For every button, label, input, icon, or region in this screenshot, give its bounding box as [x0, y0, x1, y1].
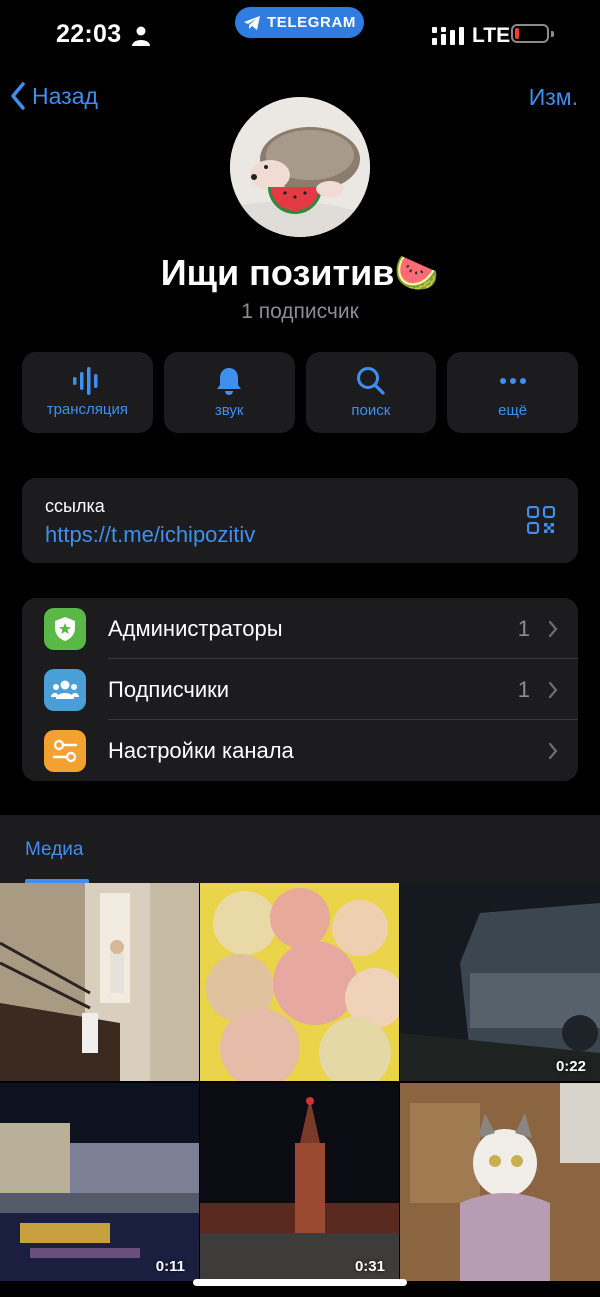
qr-code-icon[interactable]: [527, 506, 555, 534]
telegram-pill[interactable]: TELEGRAM: [235, 7, 364, 38]
chevron-left-icon: [11, 82, 25, 110]
menu-label-subscribers: Подписчики: [108, 677, 230, 702]
link-url[interactable]: https://t.me/ichipozitiv: [45, 522, 255, 548]
media-item[interactable]: 0:22: [400, 883, 600, 1081]
broadcast-button[interactable]: трансляция: [22, 352, 153, 433]
more-button[interactable]: ещё: [447, 352, 578, 433]
link-title: ссылка: [45, 496, 105, 516]
broadcast-label: трансляция: [46, 401, 129, 418]
link-card: ссылка https://t.me/ichipozitiv: [22, 478, 578, 563]
cat-photo: [400, 1083, 600, 1281]
more-icon: [499, 378, 526, 384]
back-label: Назад: [32, 82, 98, 109]
tab-media[interactable]: Медиа: [25, 839, 83, 861]
media-item[interactable]: [400, 1083, 600, 1281]
kremlin-tower-video: [200, 1083, 399, 1281]
chevron-right-icon: [548, 742, 558, 760]
subscribers-count: 1 подписчик: [241, 300, 359, 323]
signal-icon: [432, 27, 464, 45]
menu-label-administrators: Администраторы: [108, 616, 283, 641]
battery-tip: [551, 31, 554, 37]
video-duration: 0:31: [354, 1258, 385, 1275]
settings-sliders-icon: [44, 730, 86, 772]
telegram-plane-icon: [244, 15, 261, 30]
administrators-count: 1: [517, 616, 530, 641]
person-icon: [132, 26, 150, 46]
media-item[interactable]: 0:31: [200, 1083, 399, 1281]
media-item[interactable]: [200, 883, 399, 1081]
menu-label-channel-settings: Настройки канала: [108, 738, 294, 763]
bell-icon: [217, 368, 242, 395]
subscribers-menu-count: 1: [517, 677, 530, 702]
media-tab-bar: Медиа: [0, 815, 600, 883]
apples-photo: [200, 883, 399, 1081]
search-label: поиск: [351, 402, 391, 419]
car-night-video: [400, 883, 600, 1081]
action-buttons: трансляция звук поиск ещё: [22, 352, 578, 433]
network-type: LTE: [472, 24, 511, 47]
telegram-pill-label: TELEGRAM: [267, 14, 356, 31]
sound-button[interactable]: звук: [163, 352, 295, 433]
back-button[interactable]: Назад: [10, 82, 98, 110]
broadcast-icon: [73, 367, 98, 395]
channel-menu: Администраторы 1 Подписчики 1 Настройки …: [22, 598, 578, 781]
staircase-photo: [0, 883, 199, 1081]
hedgehog-watermelon-image: [230, 97, 370, 237]
home-indicator: [193, 1279, 407, 1286]
more-label: ещё: [498, 402, 528, 419]
menu-item-channel-settings[interactable]: Настройки канала: [22, 720, 578, 781]
river-night-video: [0, 1083, 199, 1281]
media-item[interactable]: 0:11: [0, 1083, 199, 1281]
battery-icon: [511, 24, 549, 43]
media-item[interactable]: [0, 883, 199, 1081]
video-duration: 0:22: [555, 1058, 586, 1075]
channel-avatar[interactable]: [230, 97, 370, 237]
channel-title: Ищи позитив🍉: [160, 252, 440, 293]
menu-item-administrators[interactable]: Администраторы 1: [22, 598, 578, 659]
search-icon: [356, 367, 385, 395]
menu-item-subscribers[interactable]: Подписчики 1: [22, 659, 578, 720]
video-duration: 0:11: [155, 1258, 185, 1275]
admin-shield-icon: [44, 608, 86, 650]
chevron-right-icon: [548, 620, 558, 638]
status-time: 22:03: [56, 20, 122, 48]
search-button[interactable]: поиск: [305, 352, 437, 433]
sound-label: звук: [214, 402, 244, 419]
people-icon: [44, 669, 86, 711]
edit-button[interactable]: Изм.: [529, 84, 578, 111]
media-grid: 0:22 0:11 0:31: [0, 883, 600, 1297]
chevron-right-icon: [548, 681, 558, 699]
